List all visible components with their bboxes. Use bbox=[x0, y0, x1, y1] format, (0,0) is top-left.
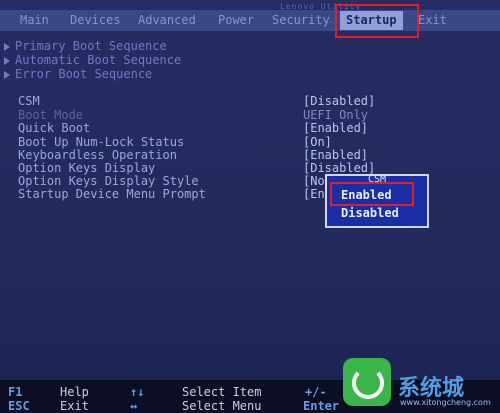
setting-label-option-keys-style[interactable]: Option Keys Display Style bbox=[18, 174, 199, 188]
setting-value-numlock[interactable]: [On] bbox=[303, 135, 332, 149]
key-left-right: ↔ bbox=[130, 399, 138, 413]
submenu-primary-boot-sequence[interactable]: Primary Boot Sequence bbox=[15, 39, 167, 53]
submenu-automatic-boot-sequence[interactable]: Automatic Boot Sequence bbox=[15, 53, 181, 67]
annotation-box-startup bbox=[335, 4, 419, 38]
annotation-box-enabled bbox=[330, 182, 414, 206]
watermark-url: www.xitongcheng.com bbox=[400, 398, 491, 407]
setting-value-quick-boot[interactable]: [Enabled] bbox=[303, 121, 368, 135]
tab-advanced[interactable]: Advanced bbox=[138, 11, 196, 30]
submenu-error-boot-sequence[interactable]: Error Boot Sequence bbox=[15, 67, 152, 81]
key-esc: ESC bbox=[8, 399, 30, 413]
submenu-arrow-icon bbox=[4, 43, 10, 51]
tab-exit[interactable]: Exit bbox=[418, 11, 447, 30]
setting-value-csm[interactable]: [Disabled] bbox=[303, 94, 375, 108]
tab-power[interactable]: Power bbox=[218, 11, 254, 30]
key-up-down-desc: Select Item bbox=[182, 385, 262, 399]
key-esc-desc: Exit bbox=[60, 399, 89, 413]
setting-value-startup-device-menu[interactable]: [En bbox=[303, 187, 325, 201]
tab-devices[interactable]: Devices bbox=[70, 11, 121, 30]
setting-label-csm[interactable]: CSM bbox=[18, 94, 40, 108]
key-enter: Enter bbox=[303, 399, 340, 413]
submenu-arrow-icon bbox=[4, 71, 10, 79]
bios-screen: Lenovo Utility Main Devices Advanced Pow… bbox=[0, 0, 500, 413]
tab-main[interactable]: Main bbox=[20, 11, 49, 30]
setting-value-boot-mode: UEFI Only bbox=[303, 108, 369, 122]
key-f1-desc: Help bbox=[60, 385, 89, 399]
setting-label-option-keys-display[interactable]: Option Keys Display bbox=[18, 161, 155, 175]
popup-option-disabled[interactable]: Disabled bbox=[341, 206, 399, 220]
setting-label-startup-device-menu[interactable]: Startup Device Menu Prompt bbox=[18, 187, 206, 201]
key-up-down: ↑↓ bbox=[130, 385, 145, 399]
watermark-logo-icon bbox=[343, 358, 391, 406]
setting-value-option-keys-style[interactable]: [No bbox=[303, 174, 325, 188]
setting-value-option-keys-display[interactable]: [Disabled] bbox=[303, 161, 375, 175]
key-f1: F1 bbox=[8, 385, 23, 399]
key-plus-minus: +/- bbox=[305, 385, 327, 399]
tab-security[interactable]: Security bbox=[272, 11, 330, 30]
setting-value-keyboardless[interactable]: [Enabled] bbox=[303, 148, 368, 162]
key-left-right-desc: Select Menu bbox=[182, 399, 262, 413]
setting-label-boot-mode: Boot Mode bbox=[18, 108, 84, 122]
setting-label-quick-boot[interactable]: Quick Boot bbox=[18, 121, 90, 135]
setting-label-numlock[interactable]: Boot Up Num-Lock Status bbox=[18, 135, 184, 149]
setting-label-keyboardless[interactable]: Keyboardless Operation bbox=[18, 148, 177, 162]
submenu-arrow-icon bbox=[4, 57, 10, 65]
